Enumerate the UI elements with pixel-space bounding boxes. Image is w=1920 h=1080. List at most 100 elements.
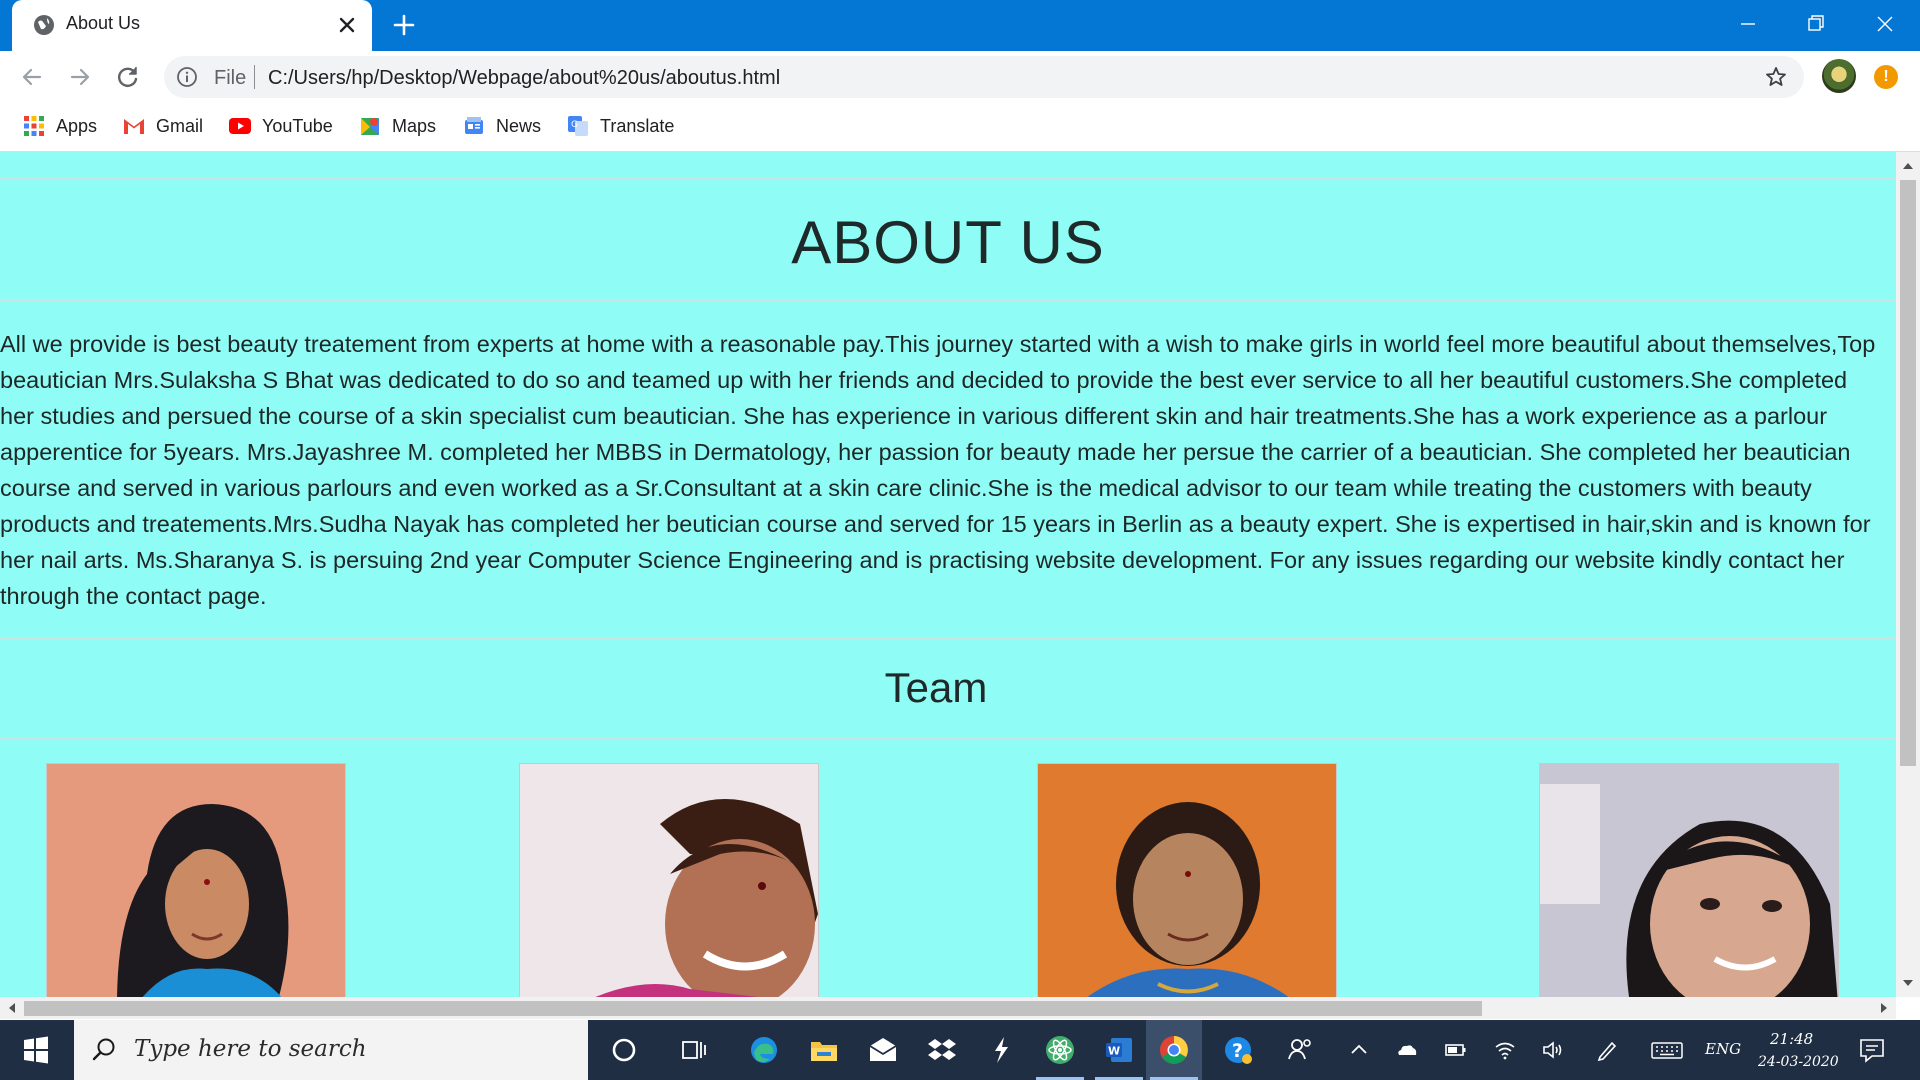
- mail-icon: [869, 1038, 897, 1061]
- youtube-icon: [229, 118, 251, 134]
- apps-grid-icon: [24, 116, 44, 136]
- team-member-photo: [1539, 763, 1839, 997]
- address-bar[interactable]: File C:/Users/hp/Desktop/Webpage/about%2…: [164, 56, 1804, 98]
- cortana-button[interactable]: [596, 1020, 652, 1080]
- search-placeholder: Type here to search: [134, 1036, 367, 1062]
- bookmark-news[interactable]: News: [462, 113, 541, 139]
- taskbar-app-atom[interactable]: [1032, 1020, 1088, 1080]
- bookmark-translate[interactable]: G Translate: [566, 113, 674, 139]
- divider: [0, 300, 1896, 301]
- divider: [0, 638, 1896, 639]
- divider: [0, 738, 1896, 739]
- taskbar-app-word[interactable]: W: [1091, 1020, 1147, 1080]
- dropbox-icon: [928, 1039, 956, 1060]
- taskbar-app-edge[interactable]: [736, 1020, 792, 1080]
- back-arrow-icon[interactable]: [18, 63, 46, 91]
- taskbar-app-mail[interactable]: [855, 1020, 911, 1080]
- word-icon: W: [1106, 1038, 1132, 1062]
- close-window-icon[interactable]: [1870, 9, 1900, 39]
- portrait-image: [1038, 764, 1336, 997]
- task-view-button[interactable]: [666, 1020, 722, 1080]
- horizontal-scroll-thumb[interactable]: [24, 1001, 1482, 1016]
- portrait-image: [1540, 764, 1838, 997]
- bookmark-youtube[interactable]: YouTube: [228, 113, 333, 139]
- svg-text:?: ?: [1232, 1040, 1243, 1062]
- taskbar-app-help[interactable]: ?: [1210, 1020, 1266, 1080]
- team-heading: Team: [884, 664, 988, 711]
- chevron-up-icon[interactable]: [1347, 1038, 1371, 1062]
- page-title: ABOUT US: [791, 209, 1105, 276]
- lightning-icon: [995, 1037, 1008, 1063]
- cortana-circle-icon: [612, 1038, 636, 1062]
- windows-taskbar: Type here to search W ? ENG 21:48 24-03-…: [0, 1020, 1920, 1080]
- minimize-icon[interactable]: [1733, 9, 1763, 39]
- scroll-down-arrow-icon[interactable]: [1900, 975, 1916, 991]
- chrome-icon: [1160, 1036, 1188, 1064]
- taskbar-app-lightning[interactable]: [973, 1020, 1029, 1080]
- bookmark-label: YouTube: [262, 115, 333, 136]
- taskbar-search-box[interactable]: Type here to search: [74, 1020, 588, 1080]
- battery-icon[interactable]: [1444, 1038, 1468, 1062]
- pen-icon[interactable]: [1595, 1038, 1619, 1062]
- bookmark-apps[interactable]: Apps: [22, 113, 97, 139]
- bookmark-label: News: [496, 115, 542, 136]
- taskbar-app-dropbox[interactable]: [914, 1020, 970, 1080]
- update-alert-icon[interactable]: !: [1874, 65, 1898, 89]
- scroll-left-arrow-icon[interactable]: [4, 1000, 20, 1016]
- bookmark-star-icon[interactable]: [1764, 65, 1788, 89]
- horizontal-scrollbar[interactable]: [0, 997, 1896, 1019]
- gmail-icon: [124, 119, 144, 134]
- bookmark-label: Maps: [392, 115, 437, 136]
- url-separator: [254, 65, 255, 89]
- team-member-photo: [46, 763, 346, 997]
- windows-start-icon[interactable]: [0, 1020, 72, 1080]
- bookmarks-bar: Apps Gmail YouTube Maps News G Translate: [0, 103, 1920, 152]
- portrait-image: [47, 764, 345, 997]
- bookmark-label: Translate: [600, 115, 675, 136]
- file-scheme-label: File: [214, 67, 247, 89]
- maps-icon: [361, 118, 379, 135]
- browser-tab-about-us[interactable]: About Us: [12, 0, 372, 51]
- task-view-icon: [682, 1041, 706, 1059]
- vertical-scrollbar[interactable]: [1896, 152, 1920, 997]
- globe-icon: [34, 15, 54, 35]
- bookmark-label: Apps: [56, 115, 98, 136]
- taskbar-app-chrome[interactable]: [1146, 1020, 1202, 1080]
- bookmark-label: Gmail: [156, 115, 204, 136]
- taskbar-app-file-explorer[interactable]: [796, 1020, 852, 1080]
- close-tab-icon[interactable]: [334, 12, 360, 38]
- svg-text:W: W: [1108, 1045, 1120, 1058]
- clock-time[interactable]: 21:48: [1770, 1030, 1813, 1048]
- wifi-icon[interactable]: [1493, 1038, 1517, 1062]
- scroll-up-arrow-icon[interactable]: [1900, 158, 1916, 174]
- translate-icon: G: [568, 116, 588, 136]
- scroll-right-arrow-icon[interactable]: [1876, 1000, 1892, 1016]
- browser-titlebar: About Us: [0, 0, 1920, 51]
- input-language[interactable]: ENG: [1705, 1040, 1741, 1058]
- vertical-scroll-thumb[interactable]: [1900, 180, 1916, 766]
- team-member-photo: [519, 763, 819, 997]
- restore-icon[interactable]: [1801, 9, 1831, 39]
- forward-arrow-icon[interactable]: [66, 63, 94, 91]
- url-text[interactable]: C:/Users/hp/Desktop/Webpage/about%20us/a…: [268, 67, 780, 90]
- people-button[interactable]: [1272, 1020, 1328, 1080]
- bookmark-gmail[interactable]: Gmail: [122, 113, 203, 139]
- people-icon: [1288, 1039, 1311, 1060]
- new-tab-icon[interactable]: [390, 11, 418, 39]
- notifications-icon[interactable]: [1858, 1036, 1886, 1064]
- onedrive-icon[interactable]: [1395, 1038, 1419, 1062]
- reload-icon[interactable]: [114, 63, 142, 91]
- volume-icon[interactable]: [1541, 1038, 1565, 1062]
- about-paragraph: All we provide is best beauty treatement…: [0, 331, 1876, 609]
- site-info-icon[interactable]: [176, 66, 198, 88]
- team-member-photo: [1037, 763, 1337, 997]
- divider: [0, 178, 1896, 179]
- profile-avatar[interactable]: [1822, 59, 1856, 93]
- folder-icon: [811, 1042, 837, 1061]
- browser-toolbar: File C:/Users/hp/Desktop/Webpage/about%2…: [0, 51, 1920, 103]
- bookmark-maps[interactable]: Maps: [358, 113, 436, 139]
- keyboard-icon[interactable]: [1651, 1038, 1683, 1062]
- clock-date[interactable]: 24-03-2020: [1758, 1054, 1839, 1070]
- page-viewport: ABOUT US All we provide is best beauty t…: [0, 152, 1896, 997]
- help-icon: ?: [1225, 1037, 1252, 1064]
